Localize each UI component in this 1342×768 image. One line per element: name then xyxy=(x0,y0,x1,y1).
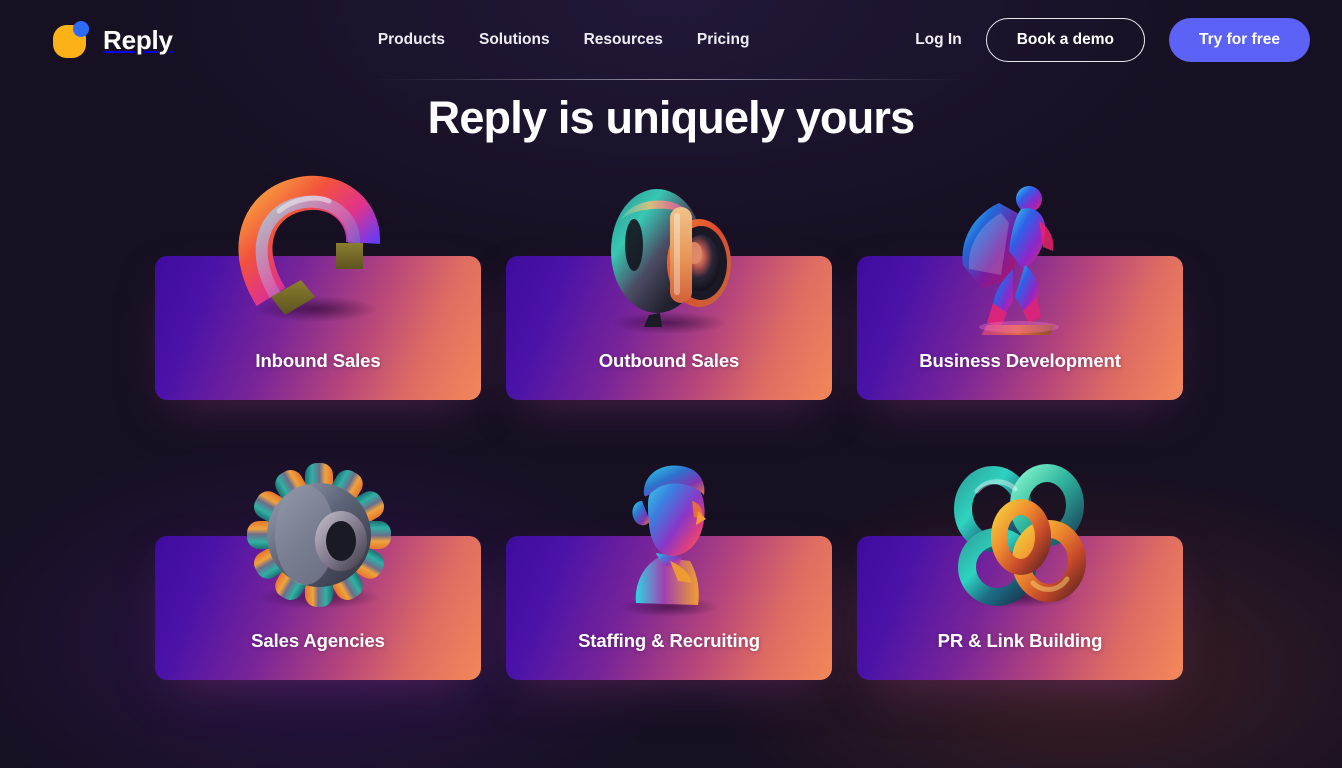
card-label: Outbound Sales xyxy=(598,350,740,371)
reply-logo-icon xyxy=(52,21,90,59)
card-staffing-recruiting[interactable]: Staffing & Recruiting xyxy=(506,465,832,680)
header-actions: Log In Book a demo Try for free xyxy=(915,18,1310,62)
card-label: Sales Agencies xyxy=(251,630,385,651)
card-sales-agencies[interactable]: Sales Agencies xyxy=(155,463,481,680)
try-for-free-button[interactable]: Try for free xyxy=(1169,18,1310,62)
primary-navigation: Products Solutions Resources Pricing xyxy=(378,31,750,49)
brand-name: Reply xyxy=(103,24,173,55)
login-link[interactable]: Log In xyxy=(915,31,962,49)
book-demo-button[interactable]: Book a demo xyxy=(985,18,1146,62)
card-label: PR & Link Building xyxy=(937,630,1103,651)
brand-logo-link[interactable]: Reply xyxy=(52,21,173,59)
logo-dot-shape xyxy=(73,21,89,37)
nav-item-products[interactable]: Products xyxy=(378,31,445,49)
nav-item-resources[interactable]: Resources xyxy=(584,31,663,49)
card-pr-link-building[interactable]: PR & Link Building xyxy=(857,464,1183,680)
card-label: Staffing & Recruiting xyxy=(578,630,760,651)
nav-item-pricing[interactable]: Pricing xyxy=(697,31,750,49)
site-header: Reply Products Solutions Resources Prici… xyxy=(0,0,1342,80)
page-title: Reply is uniquely yours xyxy=(427,92,916,143)
nav-item-solutions[interactable]: Solutions xyxy=(479,31,550,49)
solutions-card-grid: Inbound Sales Outbound Sales Business De… xyxy=(155,175,1187,680)
card-outbound-sales[interactable]: Outbound Sales xyxy=(506,189,832,400)
card-label: Inbound Sales xyxy=(255,350,381,371)
card-label: Business Development xyxy=(919,350,1121,371)
card-business-development[interactable]: Business Development xyxy=(857,186,1183,400)
card-inbound-sales[interactable]: Inbound Sales xyxy=(155,175,481,400)
